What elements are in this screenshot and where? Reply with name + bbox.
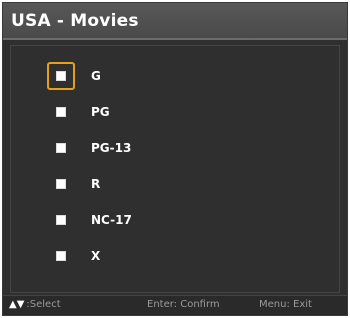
checkbox-square [56,143,66,153]
option-x[interactable]: X [47,240,247,268]
dialog-window: USA - Movies G PG PG-13 R NC-17 X ▲▼:Se… [2,2,348,316]
option-r[interactable]: R [47,168,247,196]
checkbox-pg13[interactable] [47,134,75,162]
option-label: G [91,69,101,83]
option-label: X [91,249,101,263]
option-label: R [91,177,101,191]
options-panel: G PG PG-13 R NC-17 X [10,45,340,293]
checkbox-square [56,107,66,117]
checkbox-g[interactable] [47,62,75,90]
select-hint: ▲▼:Select [9,299,61,310]
checkbox-square [56,251,66,261]
up-down-arrows-icon: ▲▼ [9,299,25,310]
checkbox-square [56,179,66,189]
option-pg13[interactable]: PG-13 [47,132,247,160]
checkbox-pg[interactable] [47,98,75,126]
footer-hints: ▲▼:Select Enter: Confirm Menu: Exit [3,295,347,315]
select-hint-text: :Select [26,299,61,310]
option-label: PG [91,105,110,119]
checkbox-r[interactable] [47,170,75,198]
checkbox-square [56,71,66,81]
checkbox-square [56,215,66,225]
title-bar: USA - Movies [3,3,347,40]
option-nc17[interactable]: NC-17 [47,204,247,232]
exit-hint: Menu: Exit [259,299,312,310]
dialog-title: USA - Movies [11,11,139,31]
checkbox-x[interactable] [47,242,75,270]
confirm-hint: Enter: Confirm [147,299,220,310]
option-label: NC-17 [91,213,132,227]
checkbox-nc17[interactable] [47,206,75,234]
option-pg[interactable]: PG [47,96,247,124]
option-label: PG-13 [91,141,132,155]
option-g[interactable]: G [47,60,247,90]
